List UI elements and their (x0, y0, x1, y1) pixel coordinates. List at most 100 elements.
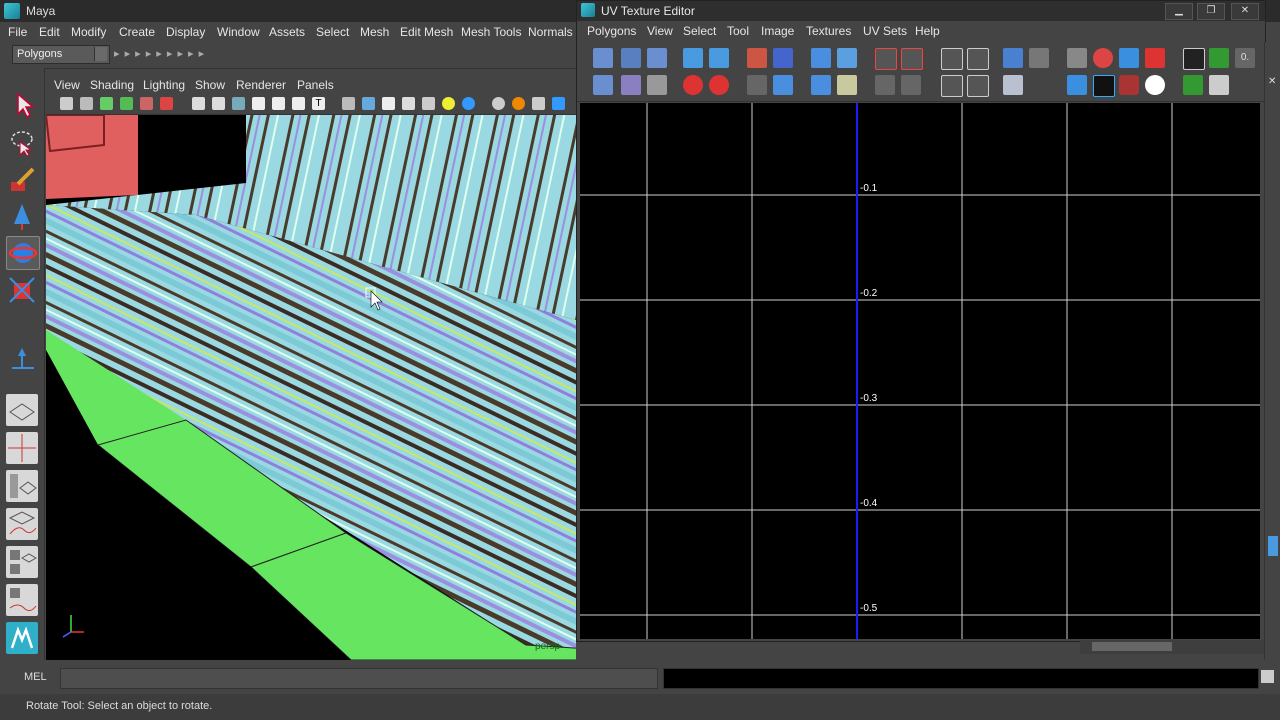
maya-home-icon[interactable] (6, 622, 38, 654)
xray-icon[interactable] (492, 97, 505, 110)
grease-pencil-icon[interactable] (140, 97, 153, 110)
xray-joints-icon[interactable] (512, 97, 525, 110)
shaded-uv-icon[interactable] (1119, 48, 1139, 68)
grid-display-icon[interactable] (1067, 48, 1087, 68)
close-icon[interactable]: ✕ (1231, 3, 1259, 20)
image-plane-icon[interactable] (120, 97, 133, 110)
grid-uv-icon[interactable] (837, 48, 857, 68)
layout-uvs-icon[interactable] (811, 75, 831, 95)
uv-snapshot-icon[interactable] (1209, 75, 1229, 95)
gate-mask-icon[interactable] (232, 97, 245, 110)
align-icon[interactable] (811, 48, 831, 68)
move-tool-icon[interactable] (6, 200, 38, 232)
paint-select-tool-icon[interactable] (6, 164, 38, 196)
viewport-2-icon[interactable] (552, 97, 565, 110)
display-image-icon[interactable] (1003, 48, 1023, 68)
alpha-channel-icon[interactable] (1145, 75, 1165, 95)
mode-selector[interactable]: Polygons (12, 45, 110, 64)
dim-image-icon[interactable] (1067, 75, 1087, 95)
viewport-menu-shading[interactable]: Shading (90, 78, 134, 92)
maximize-icon[interactable]: ❐ (1197, 3, 1225, 20)
uv-menu-tool[interactable]: Tool (727, 24, 749, 38)
pin-uv-icon[interactable] (875, 75, 895, 95)
layout-outliner-icon[interactable] (6, 470, 38, 502)
menu-file[interactable]: File (8, 25, 27, 39)
text-icon[interactable]: T (312, 97, 325, 110)
layout-hypershade-icon[interactable] (6, 546, 38, 578)
uv-move-tool-icon[interactable] (621, 48, 641, 68)
rotate-cw-icon[interactable] (683, 75, 703, 95)
use-all-lights-icon[interactable] (442, 97, 455, 110)
status-line-arrows-icon[interactable]: ▸ ▸ ▸ ▸ ▸ ▸ ▸ ▸ ▸ (114, 47, 205, 60)
field-chart-icon[interactable] (252, 97, 265, 110)
camera-select-icon[interactable] (60, 97, 73, 110)
uv-grid-canvas[interactable]: -0.1 -0.2 -0.3 -0.4 -0.5 (580, 103, 1260, 639)
rgb-channel-icon[interactable] (1119, 75, 1139, 95)
script-editor-icon[interactable] (1261, 670, 1274, 683)
flip-v-icon[interactable] (709, 48, 729, 68)
isolate-select-icon[interactable] (941, 48, 963, 70)
safe-title-icon[interactable] (292, 97, 305, 110)
isolate-select-icon[interactable] (532, 97, 545, 110)
uv-menu-view[interactable]: View (647, 24, 673, 38)
lasso-tool-icon[interactable] (6, 126, 38, 158)
uv-menu-uv-sets[interactable]: UV Sets (863, 24, 907, 38)
scrollbar-thumb[interactable] (1092, 642, 1172, 651)
menu-mesh[interactable]: Mesh (360, 25, 389, 39)
resolution-gate-icon[interactable] (212, 97, 225, 110)
mel-label[interactable]: MEL (24, 671, 47, 683)
add-selected-icon[interactable] (967, 48, 989, 70)
rotate-ccw-icon[interactable] (709, 75, 729, 95)
uv-editor-title-bar[interactable]: UV Texture Editor ▁ ❐ ✕ (577, 1, 1265, 21)
remove-selected-icon[interactable] (941, 75, 963, 97)
checker-icon[interactable] (422, 97, 435, 110)
uv-pinch-tool-icon[interactable] (647, 75, 667, 95)
sew-uv-icon[interactable] (747, 75, 767, 95)
menu-select[interactable]: Select (316, 25, 349, 39)
camera-lock-icon[interactable] (160, 97, 173, 110)
psd-icon[interactable] (1209, 48, 1229, 68)
minimize-icon[interactable]: ▁ (1165, 3, 1193, 20)
checker-map-icon[interactable] (1183, 48, 1205, 70)
rotate-tool-icon[interactable] (6, 236, 40, 270)
move-sew-icon[interactable] (773, 75, 793, 95)
wireframe-icon[interactable] (342, 97, 355, 110)
flip-u-icon[interactable] (683, 48, 703, 68)
snap-icon[interactable] (1093, 48, 1113, 68)
horizontal-scrollbar[interactable] (1080, 640, 1264, 654)
side-value[interactable]: 0. (1235, 48, 1255, 68)
menu-assets[interactable]: Assets (269, 25, 305, 39)
scale-tool-icon[interactable] (6, 274, 38, 306)
uv-menu-polygons[interactable]: Polygons (587, 24, 636, 38)
uv-cut-tool-icon[interactable] (621, 75, 641, 95)
camera-attributes-icon[interactable] (80, 97, 93, 110)
checker-tiles-icon[interactable] (1093, 75, 1115, 97)
image-ratio-icon[interactable] (1003, 75, 1023, 95)
uv-menu-help[interactable]: Help (915, 24, 940, 38)
layout-four-icon[interactable] (6, 432, 38, 464)
manipulator-tool-icon[interactable] (6, 344, 38, 376)
menu-modify[interactable]: Modify (71, 25, 106, 39)
viewport-menu-view[interactable]: View (54, 78, 80, 92)
menu-edit[interactable]: Edit (39, 25, 60, 39)
close-panel-icon[interactable]: ✕ (1268, 76, 1278, 87)
menu-normals[interactable]: Normals (528, 25, 573, 39)
safe-action-icon[interactable] (272, 97, 285, 110)
bookmark-icon[interactable] (100, 97, 113, 110)
vertical-scrollbar-thumb[interactable] (1268, 536, 1278, 556)
layout-graph-icon[interactable] (6, 508, 38, 540)
unpin-uv-icon[interactable] (901, 75, 921, 95)
filter-image-icon[interactable] (1029, 48, 1049, 68)
texture-borders-icon[interactable] (1145, 48, 1165, 68)
select-border-icon[interactable] (901, 48, 923, 70)
update-psd-icon[interactable] (1183, 75, 1203, 95)
shadows-icon[interactable] (462, 97, 475, 110)
uv-lattice-tool-icon[interactable] (593, 48, 613, 68)
viewport-menu-renderer[interactable]: Renderer (236, 78, 286, 92)
menu-mesh-tools[interactable]: Mesh Tools (461, 25, 521, 39)
uv-menu-textures[interactable]: Textures (806, 24, 851, 38)
perspective-viewport[interactable]: persp (46, 115, 576, 660)
uv-menu-image[interactable]: Image (761, 24, 794, 38)
layout-single-icon[interactable] (6, 394, 38, 426)
textured-icon[interactable] (402, 97, 415, 110)
